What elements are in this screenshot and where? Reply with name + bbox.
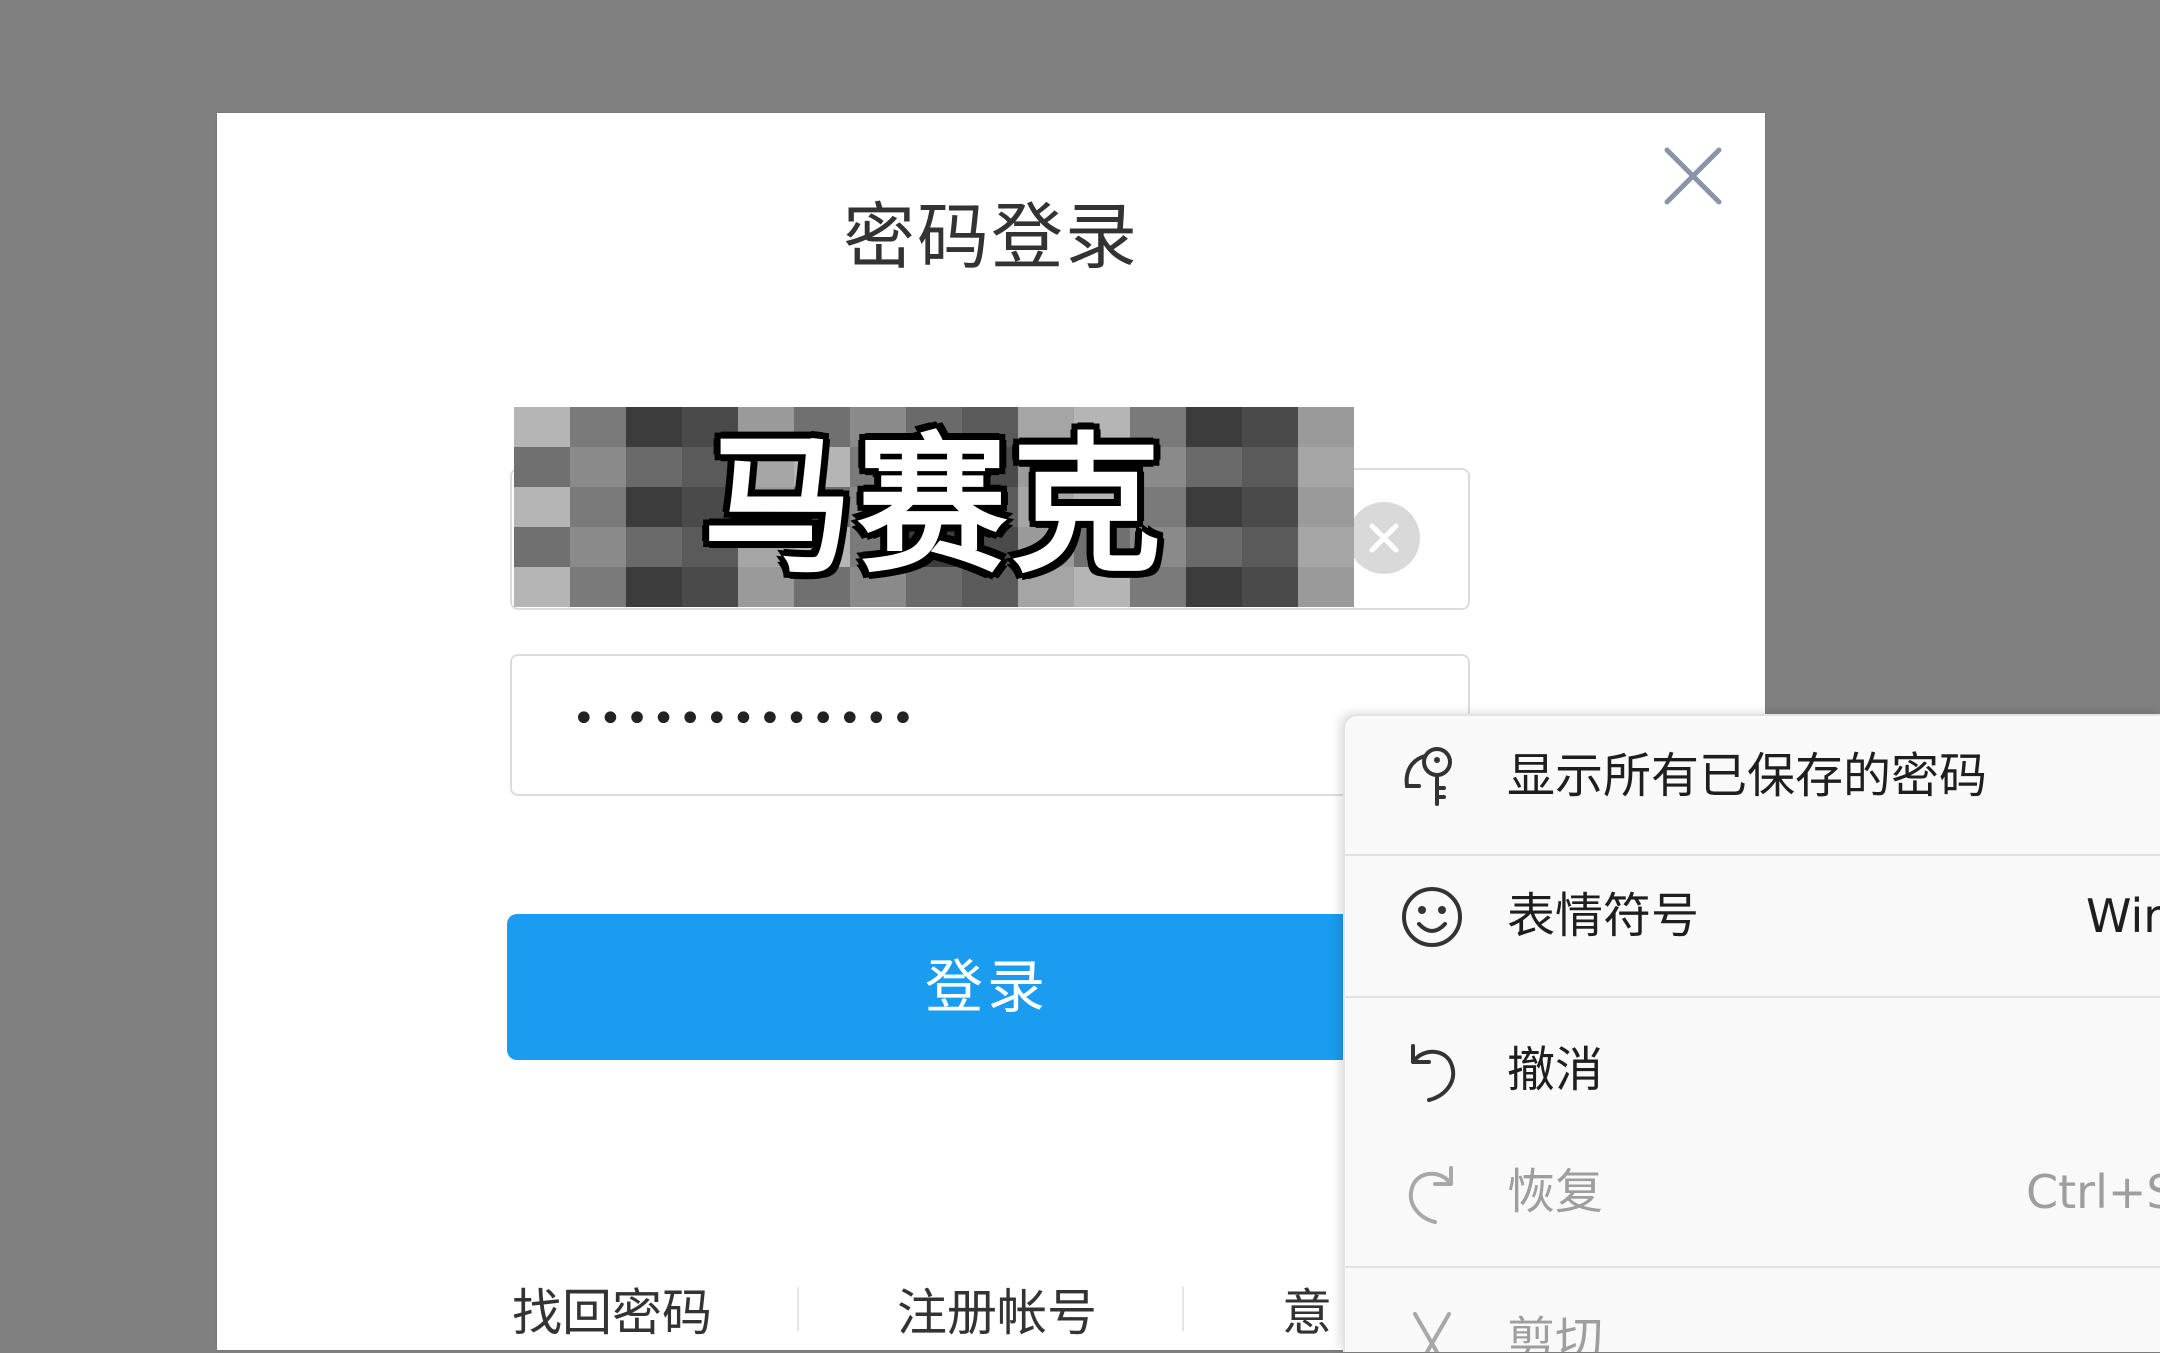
- menu-item-shortcut: Wir: [2086, 889, 2160, 943]
- password-input[interactable]: •••••••••••••: [510, 654, 1470, 796]
- feedback-link[interactable]: 意: [1282, 1273, 1332, 1345]
- menu-separator: [1345, 1266, 2160, 1268]
- menu-separator: [1345, 996, 2160, 998]
- link-divider: [797, 1287, 799, 1331]
- password-value: •••••••••••••: [572, 696, 918, 742]
- menu-item-redo[interactable]: 恢复 Ctrl+S: [1345, 1132, 2160, 1252]
- link-divider: [1182, 1287, 1184, 1331]
- key-icon: [1397, 742, 1467, 812]
- login-button[interactable]: 登录: [507, 914, 1467, 1060]
- context-menu: 显示所有已保存的密码 表情符号 Wir 撤消 恢复 Ctrl+ 剪切: [1343, 714, 2160, 1352]
- clear-button[interactable]: [1348, 502, 1420, 574]
- forgot-password-link[interactable]: 找回密码: [512, 1273, 712, 1345]
- dialog-title: 密码登录: [842, 195, 1139, 279]
- menu-item-emoji[interactable]: 表情符号 Wir: [1345, 856, 2160, 976]
- cut-icon: [1397, 1306, 1467, 1352]
- clear-icon: [1369, 523, 1399, 553]
- menu-item-label: 表情符号: [1507, 888, 1700, 944]
- menu-item-label: 撤消: [1507, 1042, 1604, 1098]
- register-link[interactable]: 注册帐号: [897, 1273, 1097, 1345]
- redo-icon: [1397, 1158, 1467, 1228]
- emoji-icon: [1397, 882, 1467, 952]
- menu-item-label: 显示所有已保存的密码: [1507, 748, 1988, 804]
- undo-icon: [1397, 1036, 1467, 1106]
- menu-item-label: 剪切: [1507, 1312, 1604, 1352]
- menu-item-label: 恢复: [1507, 1164, 1604, 1220]
- menu-item-undo[interactable]: 撤消: [1345, 1010, 2160, 1130]
- account-value: 马赛克: [702, 420, 1165, 594]
- menu-item-show-passwords[interactable]: 显示所有已保存的密码: [1345, 716, 2160, 836]
- menu-item-shortcut: Ctrl+S: [2026, 1165, 2160, 1219]
- menu-item-cut[interactable]: 剪切: [1345, 1280, 2160, 1352]
